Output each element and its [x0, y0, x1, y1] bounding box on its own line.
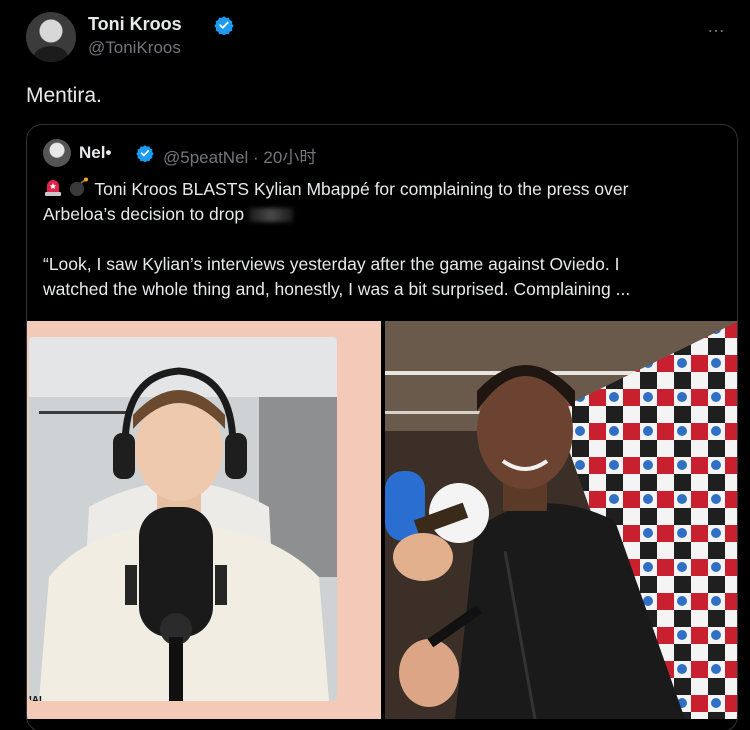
media-image-right[interactable]: [385, 321, 737, 719]
show-logo-small-text: IAL: [29, 695, 46, 701]
quoted-author-name[interactable]: Nel•: [79, 143, 111, 163]
quoted-tweet-card[interactable]: Nel• @5peatNel · 20小时 Toni Kroos BLASTS …: [26, 124, 738, 730]
quoted-verified-badge-icon: [136, 145, 154, 162]
siren-emoji-icon: [45, 180, 61, 196]
podcast-scene: IAL EN: [29, 337, 337, 701]
verified-badge-icon: [214, 16, 234, 35]
quoted-text-line-4: watched the whole thing and, honestly, I…: [43, 279, 631, 299]
podcast-illustration: [29, 337, 337, 701]
quoted-author-handle-and-time[interactable]: @5peatNel · 20小时: [163, 143, 316, 168]
more-options-icon[interactable]: …: [707, 16, 726, 37]
interview-illustration: [385, 321, 737, 719]
author-handle[interactable]: @ToniKroos: [88, 38, 181, 58]
bomb-emoji-icon: [69, 177, 88, 196]
blurred-text: [248, 208, 293, 223]
quoted-line-3: “Look, I saw Kylian’s interviews yesterd…: [43, 252, 723, 277]
quoted-text-line-2: Arbeloa’s decision to drop: [43, 204, 245, 224]
quoted-media[interactable]: IAL EN: [27, 321, 737, 730]
quoted-line-4: watched the whole thing and, honestly, I…: [43, 277, 723, 302]
quoted-text-line-3: “Look, I saw Kylian’s interviews yesterd…: [43, 254, 620, 274]
quoted-text-line-1: Toni Kroos BLASTS Kylian Mbappé for comp…: [94, 179, 629, 199]
media-image-left[interactable]: IAL EN: [27, 321, 381, 719]
quoted-tweet-text: Toni Kroos BLASTS Kylian Mbappé for comp…: [43, 177, 723, 302]
quoted-tweet-header: Nel• @5peatNel · 20小时: [43, 139, 723, 167]
quoted-author-avatar[interactable]: [43, 139, 71, 167]
tweet-text: Mentira.: [26, 84, 102, 107]
quoted-line-2: Arbeloa’s decision to drop: [43, 202, 723, 227]
author-name[interactable]: Toni Kroos: [88, 14, 182, 35]
author-avatar[interactable]: [26, 12, 76, 62]
quoted-line-1: Toni Kroos BLASTS Kylian Mbappé for comp…: [43, 177, 723, 202]
tweet-author-row: Toni Kroos @ToniKroos …: [26, 12, 726, 62]
show-logo: IAL EN: [29, 689, 65, 701]
